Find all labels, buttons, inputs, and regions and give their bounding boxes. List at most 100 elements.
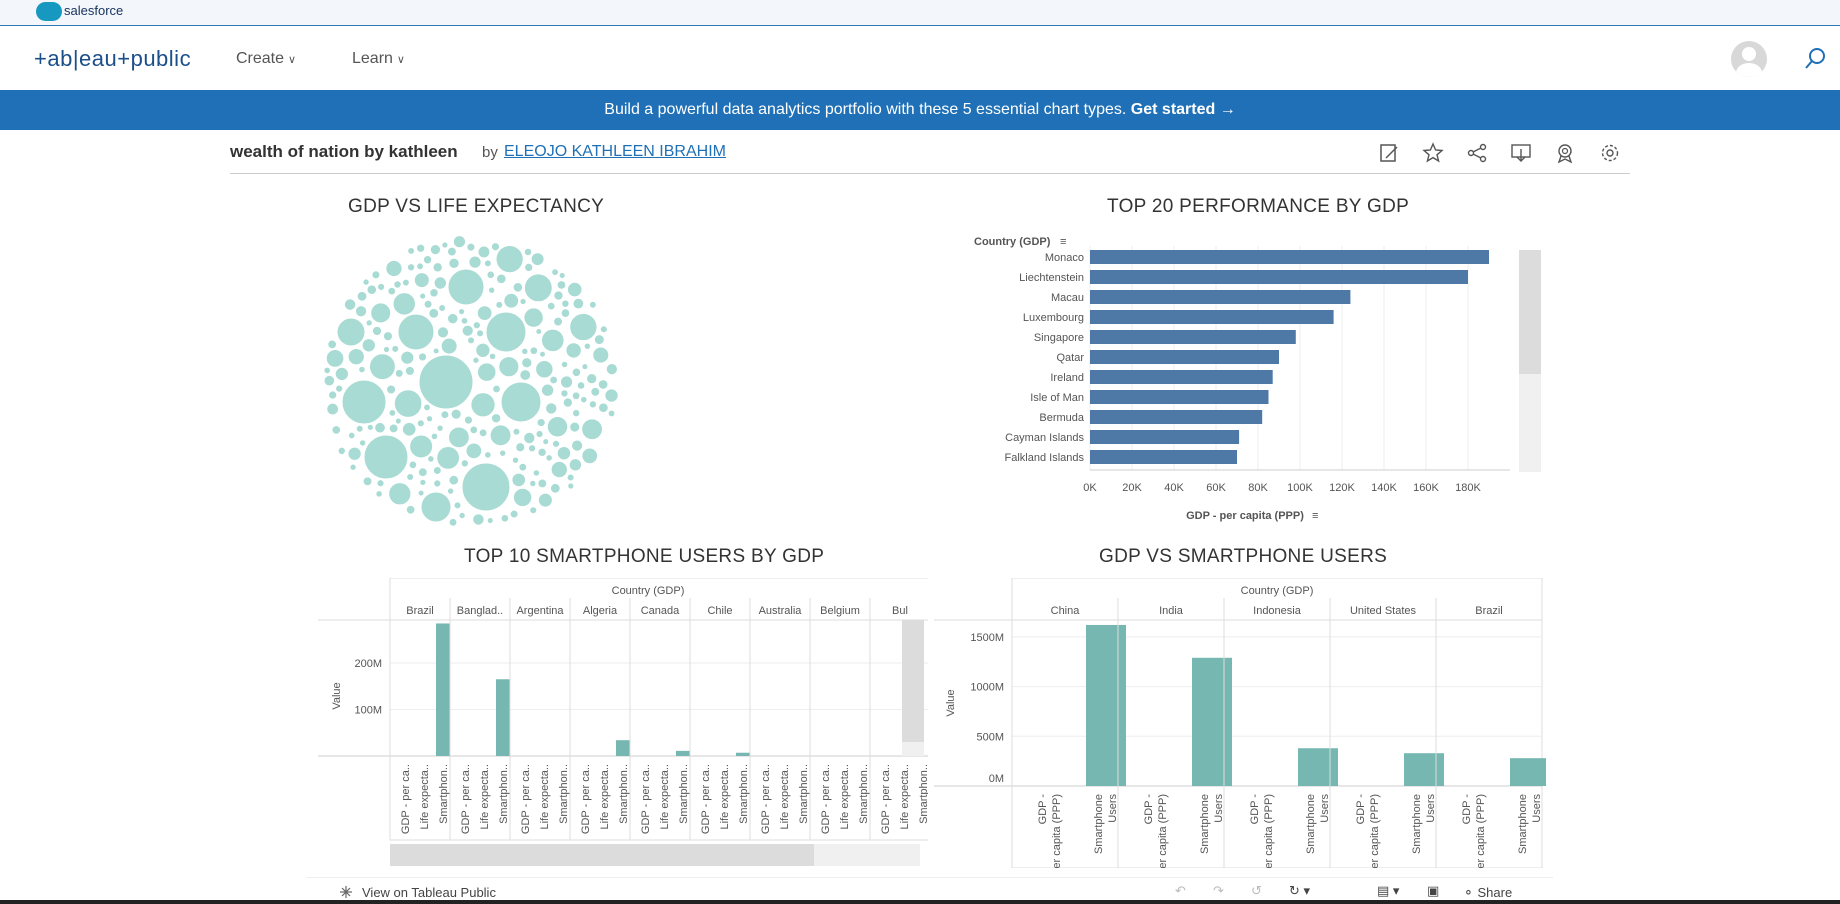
gdp-bar[interactable] (1090, 250, 1489, 264)
search-icon[interactable] (1803, 46, 1827, 70)
country-bubble[interactable] (366, 284, 378, 296)
country-bubble[interactable] (604, 388, 619, 403)
country-bubble[interactable] (446, 246, 457, 257)
country-bubble[interactable] (500, 513, 510, 523)
country-bubble[interactable] (406, 473, 415, 482)
country-bubble[interactable] (523, 307, 544, 328)
country-bubble[interactable] (486, 517, 494, 525)
country-bubble[interactable] (476, 305, 493, 322)
country-bubble[interactable] (540, 328, 565, 353)
country-bubble[interactable] (562, 397, 574, 408)
country-bubble[interactable] (515, 442, 526, 453)
country-bubble[interactable] (470, 392, 496, 418)
country-bubble[interactable] (452, 235, 467, 249)
country-bubble[interactable] (404, 365, 415, 376)
country-bubble[interactable] (560, 360, 569, 369)
country-bubble[interactable] (446, 312, 459, 325)
country-bubble[interactable] (436, 445, 461, 470)
country-bubble[interactable] (545, 402, 558, 415)
country-bubble[interactable] (423, 403, 431, 412)
country-bubble[interactable] (535, 429, 544, 439)
country-bubble[interactable] (576, 381, 586, 390)
country-bubble[interactable] (583, 342, 592, 350)
country-bubble[interactable] (417, 352, 428, 362)
gdp-bar[interactable] (1090, 270, 1468, 284)
value-bar[interactable] (1404, 753, 1444, 786)
country-bubble[interactable] (581, 447, 599, 465)
country-bubble[interactable] (407, 246, 416, 255)
country-bubble[interactable] (406, 263, 416, 272)
country-bubble[interactable] (535, 327, 543, 336)
country-bubble[interactable] (523, 431, 536, 445)
country-bubble[interactable] (472, 356, 480, 364)
country-bubble[interactable] (457, 308, 466, 316)
country-bubble[interactable] (371, 270, 381, 280)
nav-create[interactable]: Create ∨ (236, 50, 296, 68)
banner-cta[interactable]: Get started → (1131, 101, 1236, 118)
country-bubble[interactable] (440, 410, 450, 420)
revert-icon[interactable]: ↺ (1251, 883, 1262, 899)
country-bubble[interactable] (566, 473, 575, 482)
country-bubble[interactable] (419, 292, 427, 300)
country-bubble[interactable] (472, 513, 485, 526)
country-bubble[interactable] (568, 458, 583, 472)
country-bubble[interactable] (432, 347, 440, 355)
country-bubble[interactable] (530, 252, 545, 267)
country-bubble[interactable] (490, 242, 501, 252)
country-bubble[interactable] (569, 421, 581, 433)
country-bubble[interactable] (549, 375, 559, 385)
country-bubble[interactable] (450, 408, 462, 420)
country-bubble[interactable] (460, 459, 470, 468)
gdp-bar[interactable] (1090, 310, 1334, 324)
country-bubble[interactable] (343, 298, 357, 311)
country-bubble[interactable] (441, 241, 449, 249)
country-bubble[interactable] (599, 325, 608, 334)
country-bubble[interactable] (382, 345, 391, 354)
country-bubble[interactable] (422, 255, 433, 265)
country-bubble[interactable] (388, 409, 397, 417)
country-bubble[interactable] (468, 255, 482, 269)
country-bubble[interactable] (586, 373, 598, 385)
country-bubble[interactable] (492, 384, 501, 394)
country-bubble[interactable] (571, 408, 581, 418)
country-bubble[interactable] (416, 262, 425, 271)
top10-smartphone-chart[interactable]: Country (GDP) Value 200M 100M Brazil GDP - pe… (318, 578, 928, 868)
country-bubble[interactable] (561, 299, 570, 308)
share-icon[interactable] (1466, 142, 1488, 164)
country-bubble[interactable] (362, 278, 370, 286)
value-bar[interactable] (1192, 657, 1232, 786)
country-bubble[interactable] (509, 509, 519, 519)
country-bubble[interactable] (446, 487, 455, 495)
country-bubble[interactable] (605, 363, 618, 376)
country-bubble[interactable] (485, 311, 527, 353)
country-bubble[interactable] (365, 319, 373, 327)
user-avatar[interactable] (1731, 41, 1767, 77)
gdp-bar[interactable] (1090, 450, 1237, 464)
country-bubble[interactable] (461, 324, 474, 337)
value-bar[interactable] (1298, 748, 1338, 786)
country-bubble[interactable] (417, 489, 425, 497)
country-bubble[interactable] (597, 379, 609, 390)
country-bubble[interactable] (397, 313, 435, 351)
country-bubble[interactable] (335, 384, 344, 393)
country-bubble[interactable] (458, 511, 466, 520)
country-bubble[interactable] (408, 460, 418, 470)
country-bubble[interactable] (366, 423, 374, 431)
country-bubble[interactable] (560, 308, 571, 318)
country-bubble[interactable] (436, 326, 450, 339)
country-bubble[interactable] (542, 438, 550, 446)
sort-icon[interactable]: ≡ (1060, 236, 1066, 248)
country-bubble[interactable] (593, 334, 605, 346)
country-bubble[interactable] (388, 423, 399, 434)
country-bubble[interactable] (405, 504, 416, 515)
country-bubble[interactable] (460, 316, 469, 325)
country-bubble[interactable] (537, 492, 553, 508)
country-bubble[interactable] (478, 428, 488, 438)
country-bubble[interactable] (487, 286, 496, 294)
value-bar[interactable] (616, 740, 630, 756)
country-bubble[interactable] (572, 297, 585, 310)
country-bubble[interactable] (413, 272, 430, 289)
country-bubble[interactable] (433, 479, 442, 488)
gdp-bar[interactable] (1090, 390, 1269, 404)
country-bubble[interactable] (432, 466, 442, 475)
